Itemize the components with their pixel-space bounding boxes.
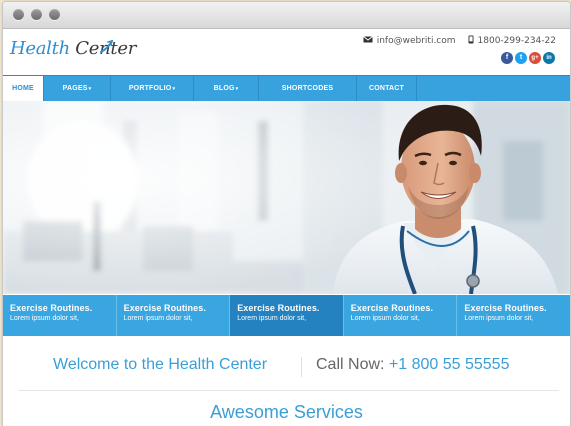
feature-strip: Exercise Routines. Lorem ipsum dolor sit… [3,295,570,336]
nav-item-contact[interactable]: CONTACT [357,76,417,101]
welcome-divider [301,357,302,377]
feature-description: Lorem ipsum dolor sit, [350,315,420,322]
welcome-callout: Welcome to the Health Center Call Now: +… [3,354,570,380]
nav-item-blog[interactable]: BLOG▾ [194,76,259,101]
feature-description: Lorem ipsum dolor sit, [237,315,307,322]
site-header: Health Center info@webriti.com 1800-299-… [3,29,570,75]
feature-item-active[interactable]: Exercise Routines. Lorem ipsum dolor sit… [230,295,344,336]
contact-phone: 1800-299-234-22 [477,36,556,46]
google-plus-icon[interactable]: g+ [529,52,541,64]
minimize-window-button[interactable] [31,9,42,20]
services-heading: Awesome Services [210,402,363,422]
site-logo[interactable]: Health Center [10,38,136,59]
feature-title: Exercise Routines. [123,303,206,313]
nav-item-pages[interactable]: PAGES▾ [44,76,111,101]
welcome-title: Welcome to the Health Center [53,356,268,373]
feature-title: Exercise Routines. [350,303,434,313]
feature-title: Exercise Routines. [464,303,547,313]
call-now-number[interactable]: +1 800 55 55555 [389,356,510,373]
feature-item[interactable]: Exercise Routines. Lorem ipsum dolor sit… [343,295,458,336]
feature-title: Exercise Routines. [237,303,320,313]
logo-text-health: Health [10,38,70,59]
section-divider [18,390,559,391]
feature-item[interactable]: Exercise Routines. Lorem ipsum dolor sit… [116,295,231,336]
feature-description: Lorem ipsum dolor sit, [464,315,534,322]
header-contact: info@webriti.com 1800-299-234-22 [362,35,556,47]
nav-item-label: BLOG [213,85,235,92]
nav-item-label: PORTFOLIO [128,85,172,92]
logo-swoosh-icon [100,40,114,53]
feature-title: Exercise Routines. [10,303,93,313]
feature-item[interactable]: Exercise Routines. Lorem ipsum dolor sit… [3,295,117,336]
main-navigation: HOME PAGES▾ PORTFOLIO▾ BLOG▾ SHORTCODES … [3,75,570,101]
nav-item-label: HOME [12,85,34,92]
close-window-button[interactable] [13,9,24,20]
mobile-phone-icon [468,35,474,47]
twitter-icon[interactable]: t [515,52,527,64]
envelope-icon [362,36,373,46]
caret-down-icon: ▾ [88,86,92,92]
contact-email-link[interactable]: info@webriti.com [377,36,456,46]
facebook-icon[interactable]: f [501,52,513,64]
hero-banner [3,101,570,294]
feature-description: Lorem ipsum dolor sit, [10,315,79,322]
feature-item[interactable]: Exercise Routines. Lorem ipsum dolor sit… [457,295,570,336]
linkedin-icon[interactable]: in [543,52,555,64]
nav-item-portfolio[interactable]: PORTFOLIO▾ [111,76,194,101]
nav-item-label: CONTACT [368,85,405,92]
nav-item-home[interactable]: HOME [3,76,44,101]
feature-description: Lorem ipsum dolor sit, [123,315,193,322]
call-now: Call Now: +1 800 55 55555 [316,356,509,374]
caret-down-icon: ▾ [172,86,176,92]
hero-image-doctor [3,101,570,294]
call-now-label: Call Now: [316,356,389,373]
nav-item-label: PAGES [62,85,88,92]
social-links: f t g+ in [501,52,555,64]
maximize-window-button[interactable] [49,9,60,20]
window-titlebar [3,2,570,29]
browser-window: Health Center info@webriti.com 1800-299-… [2,1,571,426]
nav-item-shortcodes[interactable]: SHORTCODES [259,76,357,101]
caret-down-icon: ▾ [235,86,239,92]
nav-item-label: SHORTCODES [281,85,334,92]
